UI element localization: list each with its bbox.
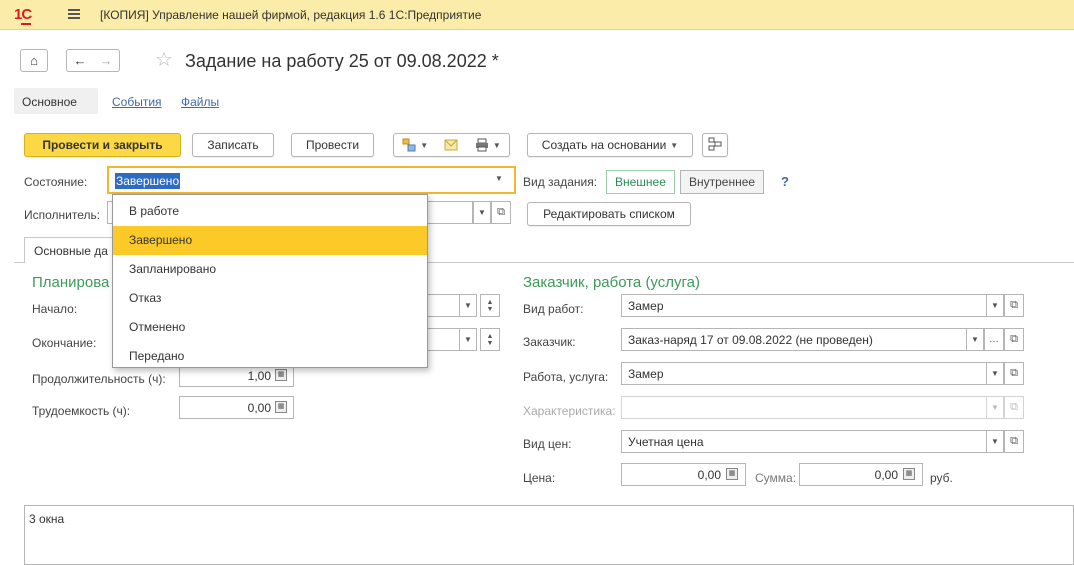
- price-kind-field[interactable]: Учетная цена: [621, 430, 987, 453]
- labor-label: Трудоемкость (ч):: [32, 404, 131, 418]
- characteristic-label: Характеристика:: [523, 404, 616, 418]
- price-label: Цена:: [523, 471, 556, 485]
- help-icon[interactable]: ?: [781, 174, 789, 189]
- edit-list-button[interactable]: Редактировать списком: [527, 202, 691, 226]
- hamburger-menu-icon[interactable]: [68, 9, 80, 19]
- state-dropdown-list: В работе Завершено Запланировано Отказ О…: [112, 194, 428, 368]
- post-button[interactable]: Провести: [291, 133, 374, 157]
- calculator-icon[interactable]: ▦: [726, 468, 738, 480]
- characteristic-open-icon: ⧉: [1004, 396, 1024, 419]
- comment-textarea[interactable]: 3 окна: [24, 505, 1074, 565]
- task-kind-internal[interactable]: Внутреннее: [680, 170, 765, 194]
- window-title: [КОПИЯ] Управление нашей фирмой, редакци…: [100, 8, 482, 22]
- back-arrow-icon[interactable]: ←: [74, 53, 87, 68]
- customer-label: Заказчик:: [523, 335, 576, 349]
- end-spinner-icon[interactable]: ▲ ▼: [480, 328, 500, 351]
- calculator-icon[interactable]: ▦: [903, 468, 915, 480]
- forward-arrow-icon[interactable]: →: [100, 53, 113, 68]
- 1c-logo-icon[interactable]: 1С: [14, 6, 32, 25]
- customer-value: Заказ-наряд 17 от 09.08.2022 (не проведе…: [628, 333, 873, 347]
- state-dropdown-icon[interactable]: ▼: [495, 174, 503, 183]
- save-button[interactable]: Записать: [192, 133, 274, 157]
- end-date-field[interactable]: [427, 328, 460, 351]
- toolbar-icon-group: ▼ ▼: [393, 133, 510, 157]
- price-kind-dropdown-icon[interactable]: ▼: [986, 430, 1004, 453]
- end-label: Окончание:: [32, 336, 97, 350]
- mail-icon[interactable]: [444, 139, 458, 151]
- characteristic-dropdown-icon: ▼: [986, 396, 1004, 419]
- work-kind-value: Замер: [628, 299, 664, 313]
- work-open-icon[interactable]: ⧉: [1004, 362, 1024, 385]
- page-title: Задание на работу 25 от 09.08.2022 *: [185, 51, 499, 71]
- work-kind-dropdown-icon[interactable]: ▼: [986, 294, 1004, 317]
- price-kind-label: Вид цен:: [523, 437, 572, 451]
- work-kind-label: Вид работ:: [523, 302, 584, 316]
- executor-dropdown-icon[interactable]: ▼: [473, 201, 491, 224]
- home-icon: ⌂: [30, 53, 38, 68]
- work-kind-field[interactable]: Замер: [621, 294, 987, 317]
- tab-events[interactable]: События: [112, 95, 162, 109]
- create-based-on-label: Создать на основании: [541, 138, 667, 152]
- dropdown-option-in-progress[interactable]: В работе: [113, 197, 427, 226]
- favorite-star-icon[interactable]: ☆: [155, 50, 173, 70]
- planning-heading: Планирова: [32, 274, 110, 291]
- state-field[interactable]: Завершено: [107, 166, 516, 194]
- task-kind-label: Вид задания:: [523, 175, 598, 189]
- history-nav-group: ← →: [66, 49, 120, 72]
- post-and-close-button[interactable]: Провести и закрыть: [24, 133, 181, 157]
- dropdown-option-cancelled[interactable]: Отменено: [113, 313, 427, 342]
- task-kind-external[interactable]: Внешнее: [606, 170, 675, 194]
- chevron-down-icon: ▼: [670, 140, 679, 150]
- start-date-field[interactable]: [427, 294, 460, 317]
- create-based-on-button[interactable]: Создать на основании ▼: [527, 133, 693, 157]
- duration-value: 1,00: [247, 369, 271, 383]
- sum-label: Сумма:: [755, 471, 797, 485]
- tab-main-data[interactable]: Основные да: [24, 237, 124, 263]
- dropdown-option-completed[interactable]: Завершено: [113, 226, 427, 255]
- work-label: Работа, услуга:: [523, 370, 609, 384]
- executor-open-icon[interactable]: ⧉: [491, 201, 511, 224]
- executor-label: Исполнитель:: [24, 208, 101, 222]
- start-dropdown-icon[interactable]: ▼: [459, 294, 477, 317]
- duration-label: Продолжительность (ч):: [32, 372, 166, 386]
- tab-files[interactable]: Файлы: [181, 95, 219, 109]
- report-structure-icon: [708, 137, 722, 154]
- state-value: Завершено: [115, 173, 181, 189]
- structure-icon[interactable]: ▼: [402, 138, 428, 152]
- dropdown-option-transferred[interactable]: Передано: [113, 342, 427, 371]
- comment-text: 3 окна: [29, 512, 65, 526]
- end-dropdown-icon[interactable]: ▼: [459, 328, 477, 351]
- start-spinner-icon[interactable]: ▲ ▼: [480, 294, 500, 317]
- state-label: Состояние:: [24, 175, 88, 189]
- price-kind-value: Учетная цена: [628, 435, 704, 449]
- sum-value: 0,00: [874, 468, 898, 482]
- price-kind-open-icon[interactable]: ⧉: [1004, 430, 1024, 453]
- home-button[interactable]: ⌂: [20, 49, 48, 72]
- customer-dropdown-icon[interactable]: ▼: [966, 328, 984, 351]
- calculator-icon[interactable]: ▦: [275, 401, 287, 413]
- print-icon[interactable]: ▼: [475, 138, 501, 152]
- work-kind-open-icon[interactable]: ⧉: [1004, 294, 1024, 317]
- work-dropdown-icon[interactable]: ▼: [986, 362, 1004, 385]
- start-label: Начало:: [32, 302, 78, 316]
- work-value: Замер: [628, 367, 664, 381]
- characteristic-field: [621, 396, 987, 419]
- currency-label: руб.: [930, 471, 953, 485]
- labor-value: 0,00: [247, 401, 271, 415]
- customer-field[interactable]: Заказ-наряд 17 от 09.08.2022 (не проведе…: [621, 328, 967, 351]
- customer-select-icon[interactable]: …: [984, 328, 1004, 351]
- report-structure-button[interactable]: [702, 133, 728, 157]
- work-field[interactable]: Замер: [621, 362, 987, 385]
- dropdown-option-planned[interactable]: Запланировано: [113, 255, 427, 284]
- customer-open-icon[interactable]: ⧉: [1004, 328, 1024, 351]
- customer-heading: Заказчик, работа (услуга): [523, 274, 700, 291]
- price-value: 0,00: [697, 468, 721, 482]
- dropdown-option-refused[interactable]: Отказ: [113, 284, 427, 313]
- tab-main[interactable]: Основное: [14, 88, 98, 114]
